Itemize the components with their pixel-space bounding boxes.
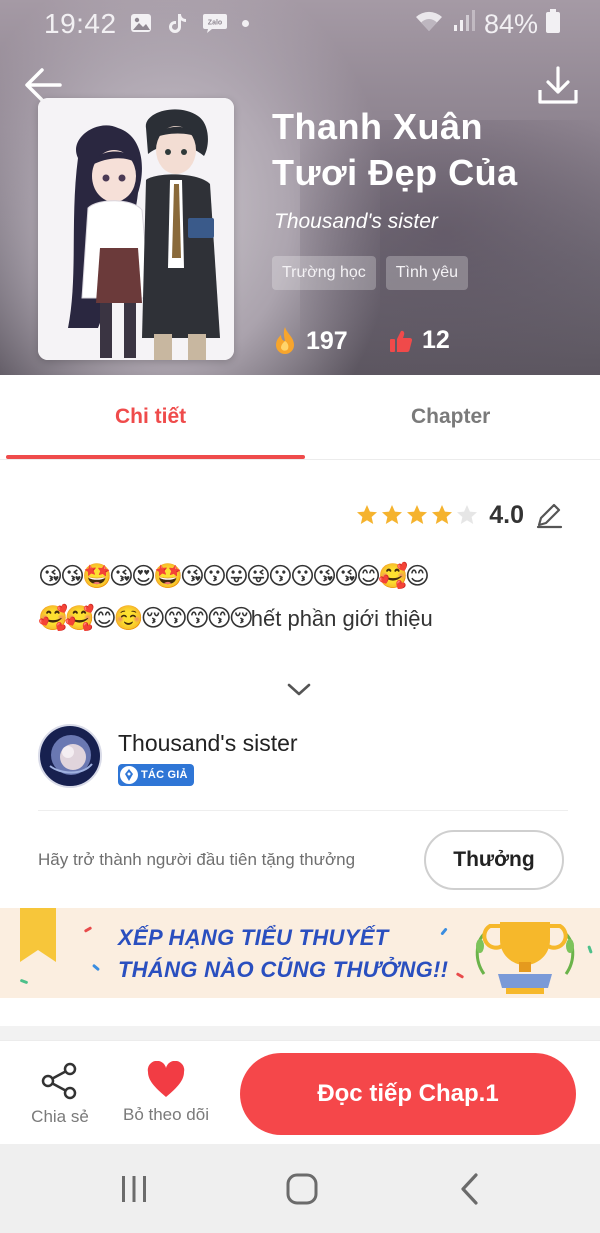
description-emojis: 😘😘🤩😘😍🤩😘😗😛😜😗😗😘😘😊🥰😊 bbox=[38, 563, 430, 590]
fire-stat: 197 bbox=[272, 326, 348, 356]
book-header: 19:42 Zalo 84% Thanh Xuân Tươi Đẹp Của T… bbox=[0, 0, 600, 375]
gift-section: Hãy trở thành người đầu tiên tặng thưởng… bbox=[38, 830, 564, 890]
battery-icon bbox=[546, 9, 560, 40]
author-badge: TÁC GIẢ bbox=[118, 764, 194, 786]
bottom-action-bar: Chia sẻ Bỏ theo dõi Đọc tiếp Chap.1 bbox=[0, 1040, 600, 1144]
genre-tag[interactable]: Tình yêu bbox=[385, 256, 469, 290]
star-filled-icon bbox=[382, 505, 403, 524]
divider bbox=[38, 810, 568, 811]
author-badge-label: TÁC GIẢ bbox=[141, 769, 188, 781]
heart-icon bbox=[147, 1061, 185, 1097]
book-title: Thanh Xuân Tươi Đẹp Của bbox=[272, 106, 518, 193]
gift-button[interactable]: Thưởng bbox=[424, 830, 564, 890]
genre-tags: Trường học Tình yêu bbox=[272, 256, 469, 290]
continue-reading-button[interactable]: Đọc tiếp Chap.1 bbox=[240, 1053, 576, 1135]
svg-text:Zalo: Zalo bbox=[208, 20, 222, 27]
status-time: 19:42 bbox=[44, 8, 117, 39]
image-icon bbox=[130, 12, 152, 34]
rating-value: 4.0 bbox=[489, 500, 524, 529]
star-empty-icon bbox=[457, 505, 478, 524]
book-description: 😘😘🤩😘😍🤩😘😗😛😜😗😗😘😘😊🥰😊 🥰🥰😊☺️😚😙😙😙😚hết phần giớ… bbox=[38, 556, 568, 640]
book-detail-screen: 19:42 Zalo 84% Thanh Xuân Tươi Đẹp Của T… bbox=[0, 0, 600, 1233]
fire-icon bbox=[276, 327, 294, 354]
like-stat: 12 bbox=[388, 326, 450, 355]
cover-illustration bbox=[38, 98, 234, 360]
star-filled-icon bbox=[407, 505, 428, 524]
share-label: Chia sẻ bbox=[31, 1107, 89, 1126]
rating: 4.0 bbox=[355, 500, 564, 530]
trophy-icon bbox=[475, 922, 575, 994]
rating-stars[interactable] bbox=[355, 503, 479, 527]
battery-percent: 84% bbox=[483, 9, 538, 39]
ranking-banner[interactable]: XẾP HẠNG TIỂU THUYẾT THÁNG NÀO CŨNG THƯỞ… bbox=[0, 908, 600, 998]
share-button[interactable]: Chia sẻ bbox=[28, 1061, 92, 1127]
unfollow-button[interactable]: Bỏ theo dõi bbox=[116, 1061, 216, 1125]
detail-tabs: Chi tiết Chapter bbox=[0, 375, 600, 460]
system-back-icon[interactable] bbox=[450, 1172, 490, 1206]
pencil-icon[interactable] bbox=[534, 500, 564, 530]
book-cover[interactable] bbox=[38, 98, 234, 360]
thumbs-up-icon bbox=[390, 330, 413, 352]
zalo-icon: Zalo bbox=[202, 12, 228, 34]
tab-details[interactable]: Chi tiết bbox=[115, 405, 186, 429]
gift-prompt: Hãy trở thành người đầu tiên tặng thưởng bbox=[38, 850, 356, 869]
status-bar: 19:42 Zalo 84% bbox=[0, 0, 600, 48]
book-author[interactable]: Thousand's sister bbox=[274, 210, 438, 234]
author-name: Thousand's sister bbox=[118, 730, 298, 756]
like-count: 12 bbox=[422, 326, 450, 354]
banner-text: XẾP HẠNG TIỂU THUYẾT THÁNG NÀO CŨNG THƯỞ… bbox=[118, 925, 449, 982]
download-icon bbox=[538, 66, 578, 104]
author-avatar[interactable] bbox=[38, 724, 102, 788]
genre-tag[interactable]: Trường học bbox=[272, 256, 376, 290]
description-text: hết phần giới thiệu bbox=[250, 606, 433, 631]
quill-icon bbox=[120, 766, 138, 784]
description-emojis: 🥰🥰😊☺️😚😙😙😙😚 bbox=[38, 605, 254, 632]
download-button[interactable] bbox=[536, 64, 580, 108]
notification-dot-icon bbox=[242, 19, 249, 27]
tab-chapter[interactable]: Chapter bbox=[411, 405, 490, 429]
author-card[interactable]: Thousand's sister TÁC GIẢ bbox=[38, 724, 568, 790]
fire-count: 197 bbox=[306, 326, 348, 355]
share-icon bbox=[41, 1062, 77, 1100]
tiktok-icon bbox=[166, 12, 188, 34]
wifi-icon bbox=[414, 8, 444, 41]
home-icon[interactable] bbox=[282, 1172, 322, 1206]
expand-chevron-icon[interactable] bbox=[286, 680, 312, 700]
star-filled-icon bbox=[432, 505, 453, 524]
star-filled-icon bbox=[357, 505, 378, 524]
bookmark-ribbon-icon bbox=[20, 908, 56, 962]
signal-icon bbox=[452, 9, 476, 40]
recent-apps-icon[interactable] bbox=[114, 1172, 154, 1206]
active-tab-indicator bbox=[6, 455, 305, 459]
system-nav-bar bbox=[0, 1144, 600, 1233]
unfollow-label: Bỏ theo dõi bbox=[122, 1105, 209, 1124]
